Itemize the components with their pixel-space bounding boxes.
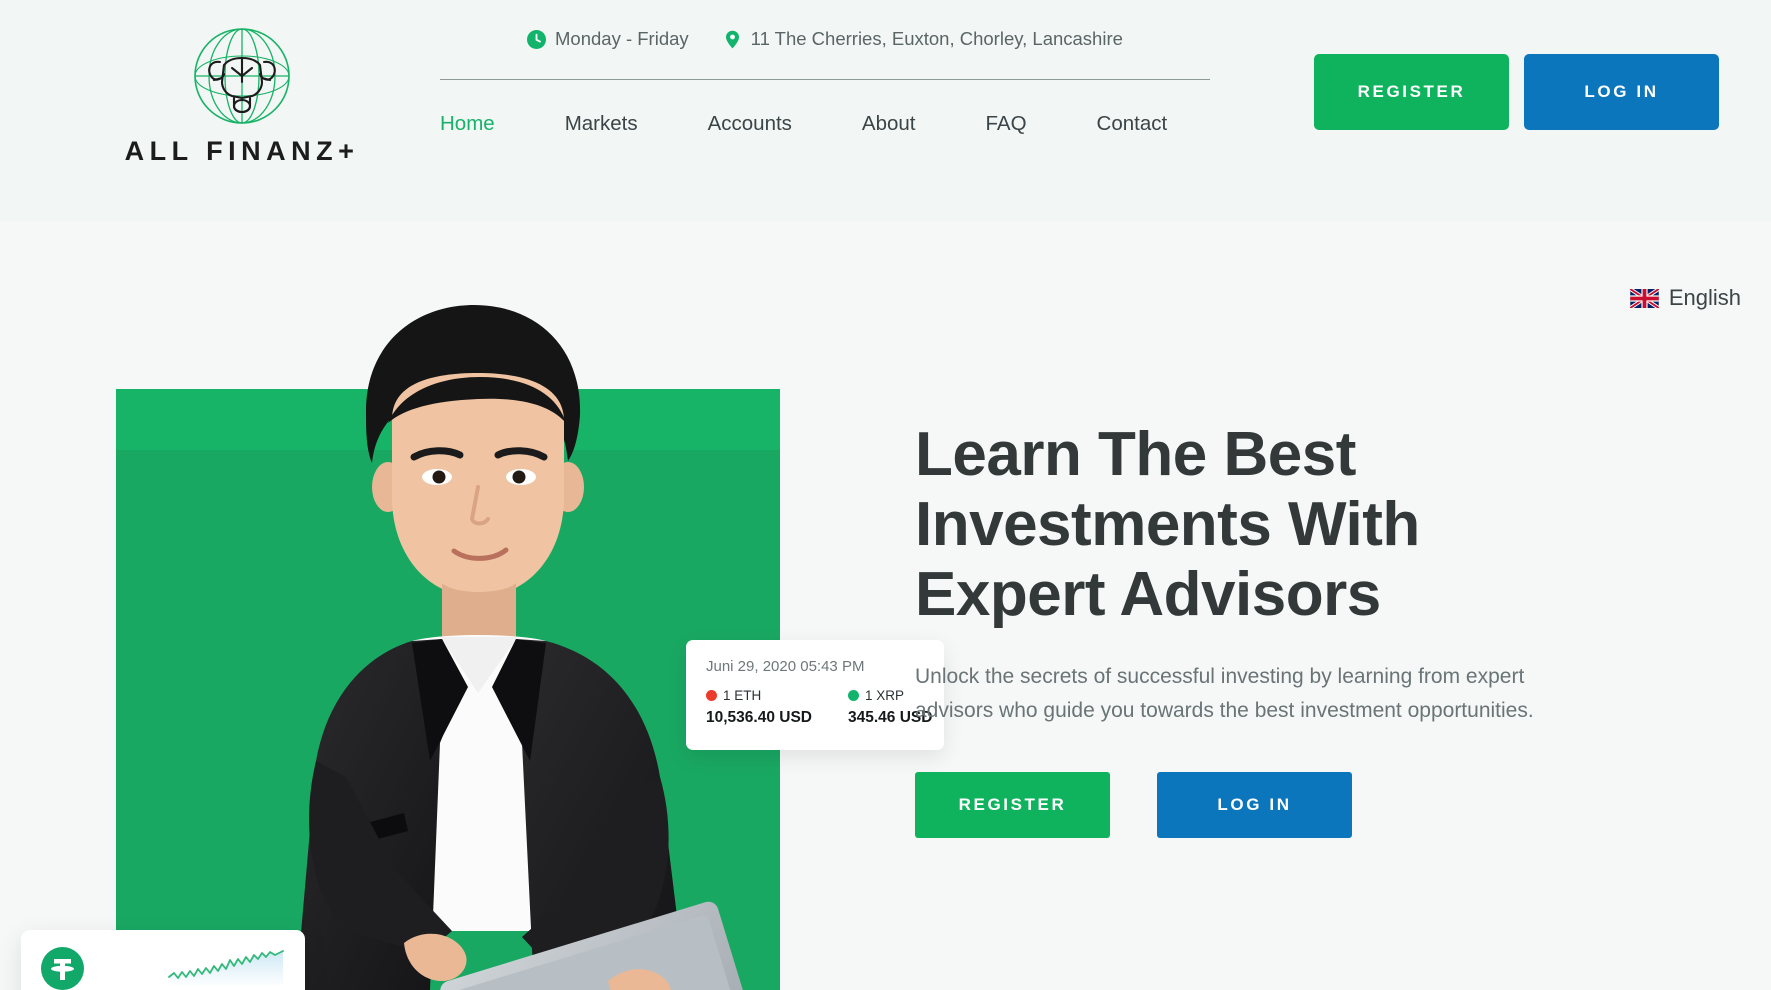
xrp-label: 1 XRP	[865, 688, 905, 703]
clock-icon	[527, 29, 546, 49]
nav-item-contact[interactable]: Contact	[1097, 112, 1168, 136]
hero-section: English Juni 29, 2020 05:43 PM 1 ETH 10,…	[0, 221, 1771, 990]
site-header: ALL FINANZ+ Monday - Friday 11 The Cherr…	[0, 0, 1771, 221]
hero-paragraph: Unlock the secrets of successful investi…	[915, 665, 1534, 723]
nav-link-accounts[interactable]: Accounts	[708, 112, 792, 136]
header-actions: REGISTER LOG IN	[1314, 54, 1719, 130]
header-divider	[440, 79, 1210, 80]
tether-sparkline-chart: 1.34%	[167, 947, 285, 990]
hero-title-line-1: Learn The Best	[915, 420, 1356, 489]
nav-item-about[interactable]: About	[862, 112, 916, 136]
nav-link-faq[interactable]: FAQ	[986, 112, 1027, 136]
tether-price-card[interactable]: 1.34% Tether USD 0.9999 USDT	[21, 930, 305, 990]
hero-advisor-photo	[216, 291, 756, 990]
tether-card-top: 1.34%	[41, 947, 285, 990]
hero-title-line-2: Investments With	[915, 490, 1420, 560]
crypto-price-card: Juni 29, 2020 05:43 PM 1 ETH 10,536.40 U…	[686, 640, 944, 750]
hero-register-button[interactable]: REGISTER	[915, 772, 1110, 839]
nav-link-markets[interactable]: Markets	[565, 112, 638, 136]
eth-label: 1 ETH	[723, 688, 762, 703]
hero-title: Learn The Best Investments With Expert A…	[915, 420, 1615, 630]
hero-visual: Juni 29, 2020 05:43 PM 1 ETH 10,536.40 U…	[116, 305, 944, 990]
hero-title-line-3: Expert Advisors	[915, 560, 1381, 630]
hero-actions: REGISTER LOG IN	[915, 772, 1615, 839]
main-navigation: Home Markets Accounts About FAQ Contact	[440, 112, 1167, 136]
location-pin-icon	[723, 30, 742, 49]
eth-dot-icon	[706, 690, 717, 701]
page-root: ALL FINANZ+ Monday - Friday 11 The Cherr…	[0, 0, 1771, 990]
site-logo-text: ALL FINANZ+	[124, 136, 360, 166]
uk-flag-icon	[1629, 286, 1660, 310]
header-address-label: 11 The Cherries, Euxton, Chorley, Lancas…	[750, 28, 1123, 49]
nav-item-accounts[interactable]: Accounts	[708, 112, 792, 136]
nav-item-markets[interactable]: Markets	[565, 112, 638, 136]
hero-login-button[interactable]: LOG IN	[1157, 772, 1352, 839]
hero-copy: Learn The Best Investments With Expert A…	[915, 420, 1615, 839]
price-card-item-eth-name: 1 ETH	[706, 688, 812, 703]
nav-link-contact[interactable]: Contact	[1097, 112, 1168, 136]
header-address: 11 The Cherries, Euxton, Chorley, Lancas…	[723, 28, 1123, 50]
price-card-rows: 1 ETH 10,536.40 USD 1 XRP 345.46 USD	[706, 688, 932, 727]
language-selector[interactable]: English	[1629, 285, 1741, 311]
nav-item-faq[interactable]: FAQ	[986, 112, 1027, 136]
header-info-bar: Monday - Friday 11 The Cherries, Euxton,…	[527, 28, 1123, 50]
nav-link-home[interactable]: Home	[440, 112, 495, 136]
nav-item-home[interactable]: Home	[440, 112, 495, 136]
tether-coin-icon	[41, 947, 84, 990]
eth-value: 10,536.40 USD	[706, 709, 812, 726]
header-register-button[interactable]: REGISTER	[1314, 54, 1509, 130]
price-card-date: Juni 29, 2020 05:43 PM	[706, 658, 865, 675]
header-hours-label: Monday - Friday	[555, 28, 689, 49]
header-login-button[interactable]: LOG IN	[1524, 54, 1719, 130]
language-label: English	[1668, 285, 1741, 310]
price-card-item-eth: 1 ETH 10,536.40 USD	[706, 688, 812, 727]
header-hours: Monday - Friday	[527, 28, 689, 50]
bull-head-globe-logo-icon	[188, 22, 296, 130]
nav-link-about[interactable]: About	[862, 112, 916, 136]
xrp-dot-icon	[848, 690, 859, 701]
site-logo[interactable]: ALL FINANZ+	[112, 22, 372, 177]
